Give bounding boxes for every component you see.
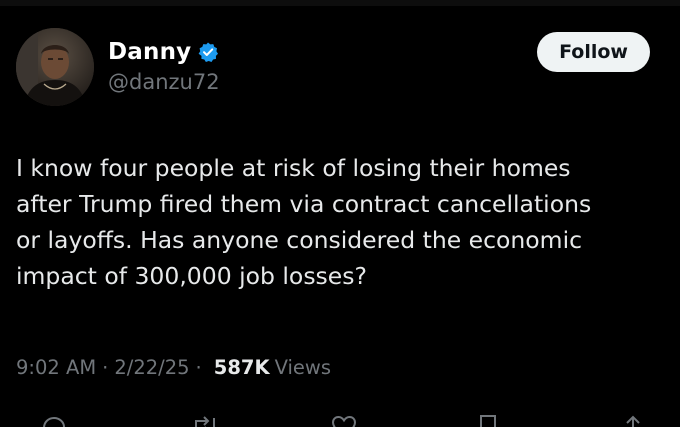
reply-button[interactable] xyxy=(40,414,74,427)
bookmark-icon xyxy=(480,415,496,427)
meta-separator: · xyxy=(102,356,109,379)
follow-button[interactable]: Follow xyxy=(537,32,650,72)
like-icon xyxy=(331,415,357,427)
author-info: Danny @danzu72 xyxy=(108,36,220,94)
tweet-time[interactable]: 9:02 AM xyxy=(16,356,96,379)
action-bar xyxy=(0,410,680,427)
like-button[interactable] xyxy=(330,414,364,427)
views-count: 587K xyxy=(213,356,270,379)
top-edge xyxy=(0,0,680,6)
share-icon xyxy=(626,415,640,427)
share-button[interactable] xyxy=(620,414,652,427)
name-row: Danny xyxy=(108,36,220,68)
handle[interactable]: @danzu72 xyxy=(108,70,220,94)
bookmark-button[interactable] xyxy=(475,414,507,427)
tweet-meta: 9:02 AM · 2/22/25 · 587K Views xyxy=(16,356,331,379)
tweet-date[interactable]: 2/22/25 xyxy=(114,356,189,379)
meta-separator: · xyxy=(195,356,202,379)
repost-icon xyxy=(195,416,215,427)
verified-badge-icon xyxy=(197,41,219,63)
display-name[interactable]: Danny xyxy=(108,39,191,65)
repost-button[interactable] xyxy=(190,414,226,427)
tweet-text: I know four people at risk of losing the… xyxy=(16,154,592,290)
views-label: Views xyxy=(274,356,332,379)
reply-icon xyxy=(43,416,66,427)
tweet-header: Danny @danzu72 Follow xyxy=(16,28,664,108)
avatar[interactable] xyxy=(16,28,94,106)
